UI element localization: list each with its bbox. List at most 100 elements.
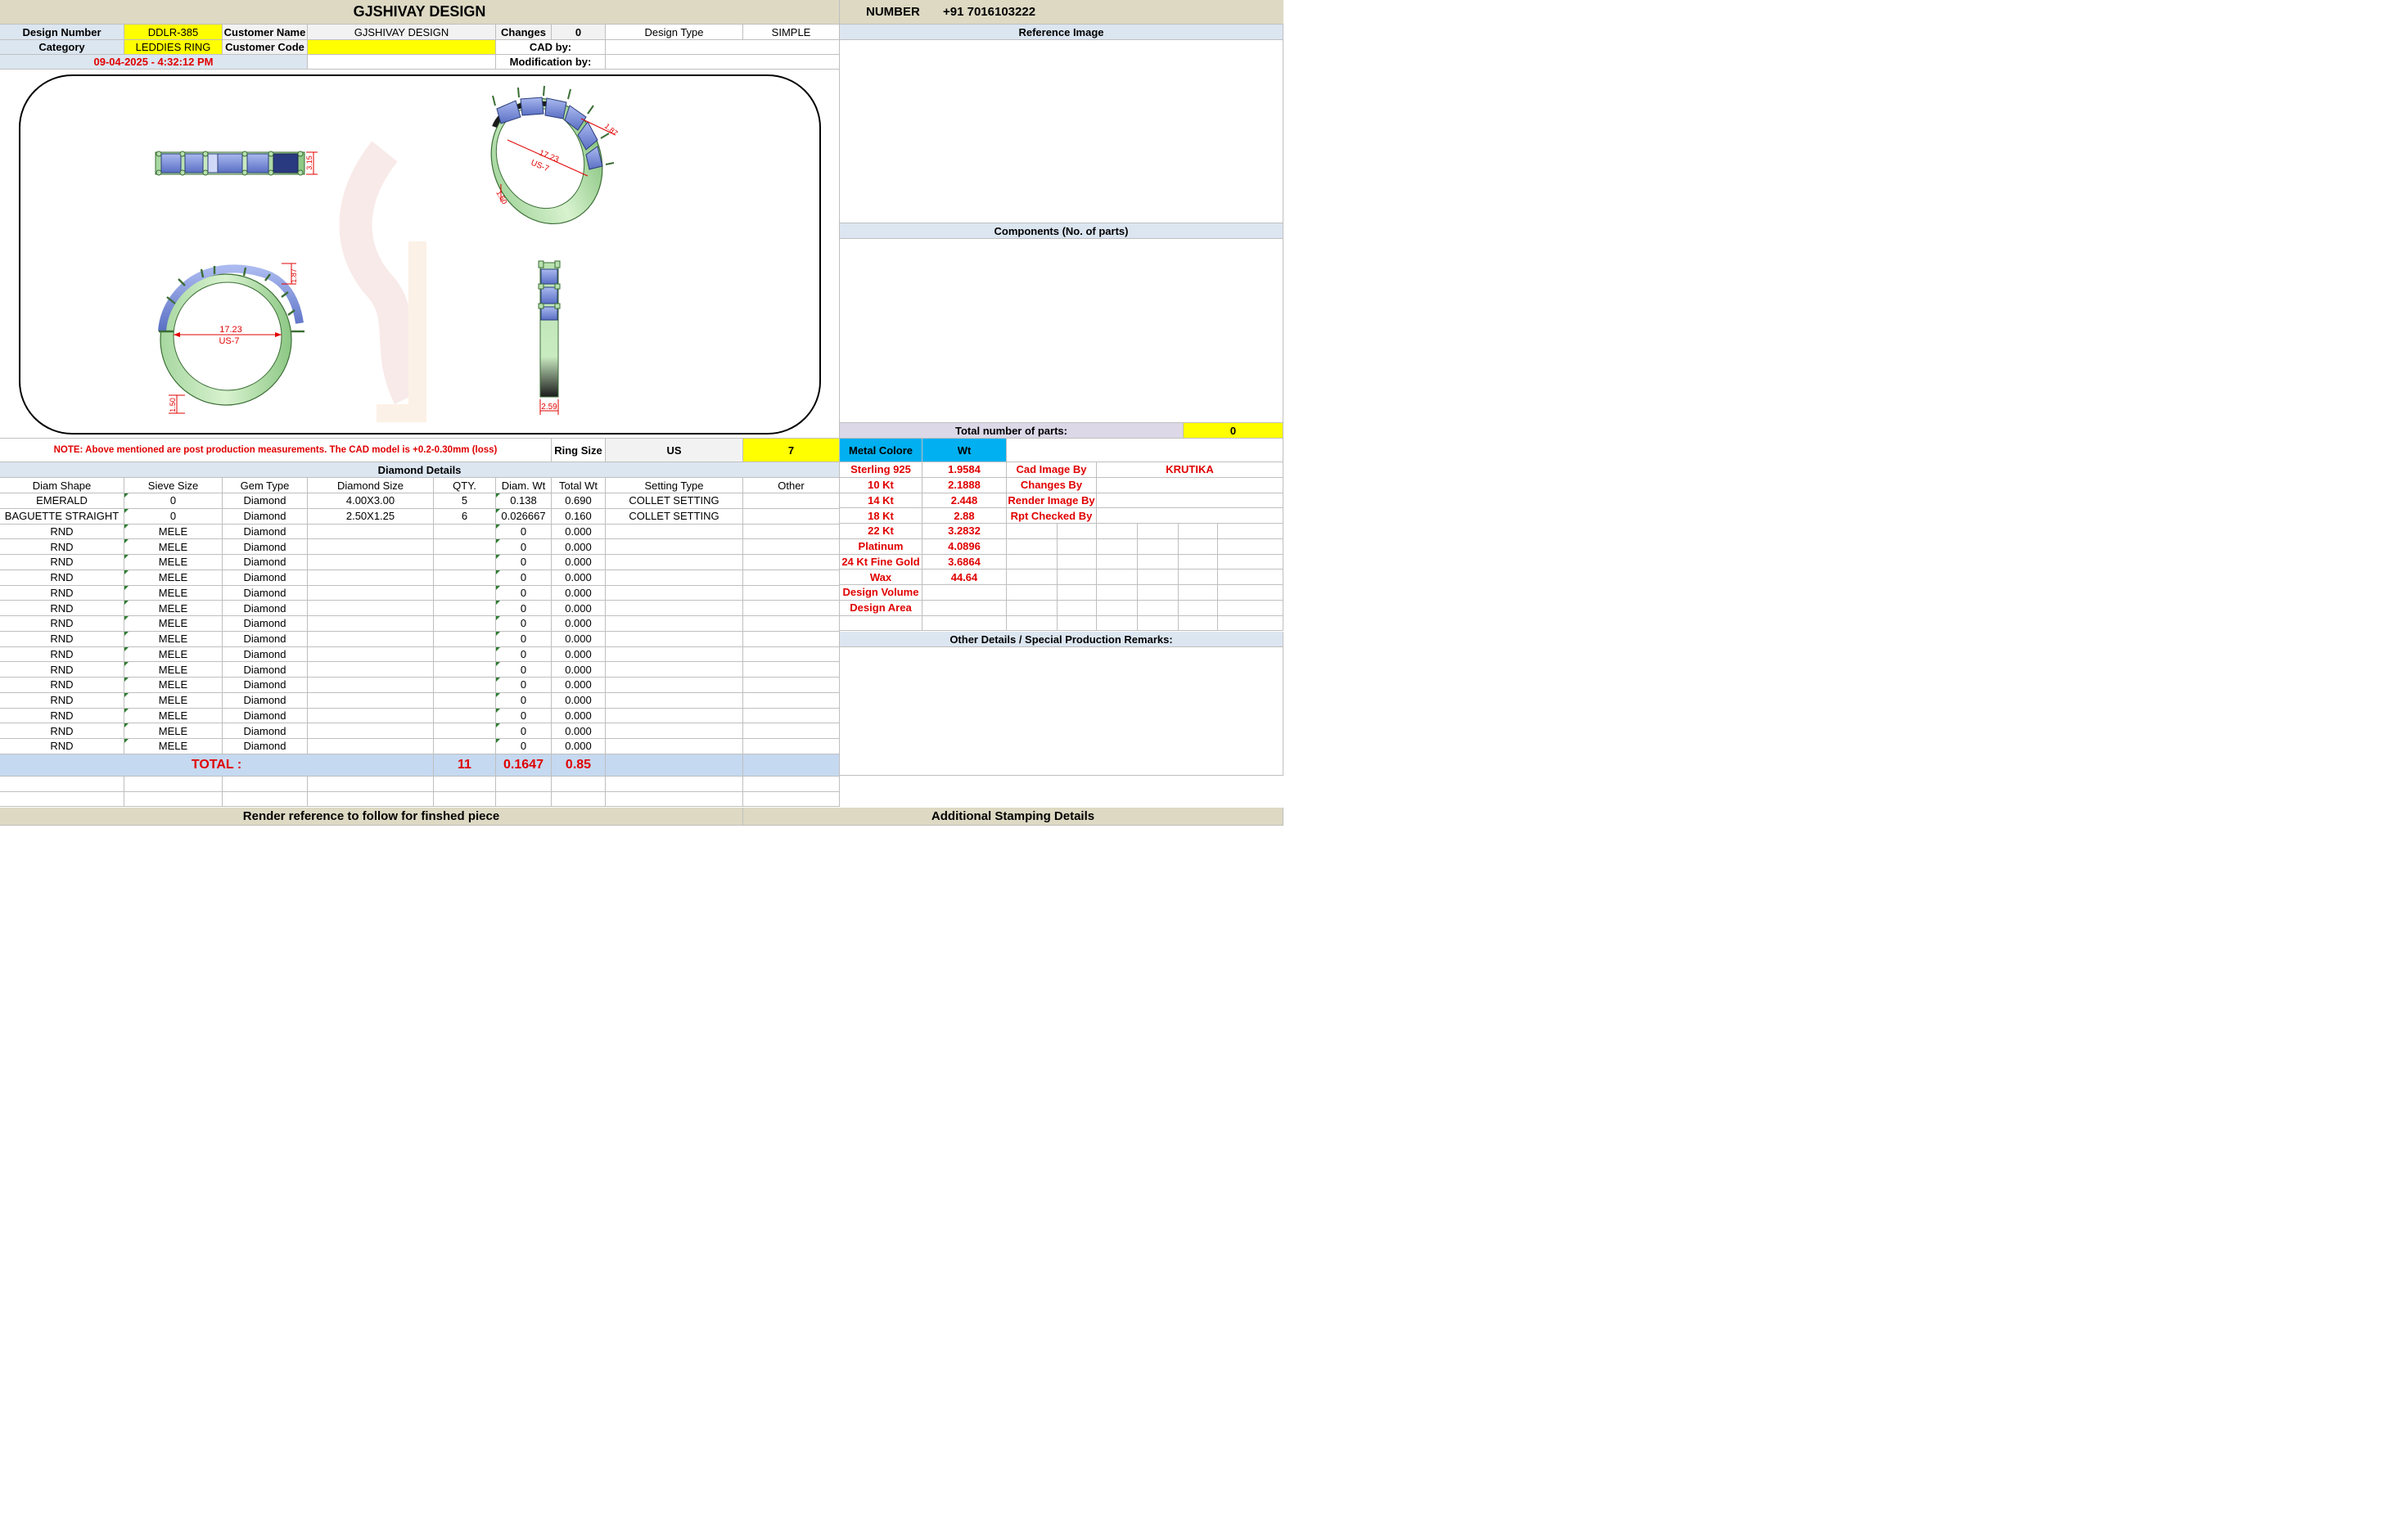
gem-type-cell[interactable]: Diamond — [223, 678, 308, 693]
diam-wt-cell[interactable]: 0 — [496, 723, 552, 739]
gem-type-cell[interactable]: Diamond — [223, 739, 308, 754]
metal-wt-cell[interactable]: 44.64 — [922, 570, 1007, 585]
gem-type-cell[interactable]: Diamond — [223, 585, 308, 601]
qty-cell[interactable] — [434, 739, 496, 754]
diam-wt-cell[interactable]: 0 — [496, 585, 552, 601]
blank-cell[interactable] — [1007, 570, 1058, 585]
design-type-field[interactable]: SIMPLE — [743, 25, 840, 40]
qty-cell[interactable] — [434, 524, 496, 540]
modification-by-field[interactable] — [606, 55, 840, 70]
diam-wt-cell[interactable]: 0 — [496, 555, 552, 570]
diam-wt-cell[interactable]: 0 — [496, 539, 552, 555]
diamond-size-cell[interactable] — [308, 708, 434, 724]
blank-cell[interactable] — [552, 791, 606, 808]
setting-type-cell[interactable]: COLLET SETTING — [606, 493, 743, 509]
gem-type-cell[interactable]: Diamond — [223, 708, 308, 724]
blank-cell[interactable] — [1007, 615, 1058, 632]
blank-cell[interactable] — [1218, 538, 1283, 555]
diam-shape-cell[interactable]: RND — [0, 601, 124, 616]
blank-cell[interactable] — [124, 776, 223, 792]
qty-cell[interactable] — [434, 646, 496, 663]
blank-cell[interactable] — [0, 776, 124, 792]
diam-wt-cell[interactable]: 0.026667 — [496, 508, 552, 525]
blank-cell[interactable] — [1138, 585, 1179, 601]
sieve-size-cell[interactable]: MELE — [124, 631, 223, 647]
blank-cell[interactable] — [743, 776, 840, 792]
setting-type-cell[interactable] — [606, 616, 743, 632]
sieve-size-cell[interactable]: MELE — [124, 646, 223, 663]
gem-type-cell[interactable]: Diamond — [223, 524, 308, 540]
total-wt-cell[interactable]: 0.000 — [552, 662, 606, 678]
blank-cell[interactable] — [1179, 600, 1218, 616]
category-field[interactable]: LEDDIES RING — [124, 40, 223, 55]
blank-cell[interactable] — [1058, 570, 1097, 585]
blank-cell[interactable] — [1058, 554, 1097, 570]
diam-shape-cell[interactable]: RND — [0, 723, 124, 739]
blank-cell[interactable] — [1138, 554, 1179, 570]
diamond-size-cell[interactable] — [308, 662, 434, 678]
gem-type-cell[interactable]: Diamond — [223, 570, 308, 586]
metal-wt-cell[interactable] — [922, 585, 1007, 601]
metal-wt-cell[interactable]: 3.6864 — [922, 554, 1007, 570]
other-cell[interactable] — [743, 539, 840, 555]
diamond-size-cell[interactable] — [308, 539, 434, 555]
blank-cell[interactable] — [1179, 615, 1218, 632]
other-cell[interactable] — [743, 508, 840, 525]
blank-cell[interactable] — [124, 791, 223, 808]
other-cell[interactable] — [743, 739, 840, 754]
blank-cell[interactable] — [0, 791, 124, 808]
qty-cell[interactable] — [434, 585, 496, 601]
total-wt-cell[interactable]: 0.000 — [552, 678, 606, 693]
gem-type-cell[interactable]: Diamond — [223, 508, 308, 525]
blank-cell[interactable] — [1058, 585, 1097, 601]
total-wt-cell[interactable]: 0.000 — [552, 631, 606, 647]
qty-cell[interactable] — [434, 662, 496, 678]
setting-type-cell[interactable] — [606, 723, 743, 739]
blank-cell[interactable] — [1058, 615, 1097, 632]
qty-cell[interactable]: 5 — [434, 493, 496, 509]
blank-cell[interactable] — [1138, 600, 1179, 616]
sieve-size-cell[interactable]: MELE — [124, 739, 223, 754]
blank-cell[interactable] — [1058, 600, 1097, 616]
diam-shape-cell[interactable]: RND — [0, 631, 124, 647]
other-cell[interactable] — [743, 570, 840, 586]
blank-cell[interactable] — [606, 791, 743, 808]
metal-wt-cell[interactable] — [922, 600, 1007, 616]
blank-cell[interactable] — [1138, 570, 1179, 585]
sieve-size-cell[interactable]: MELE — [124, 524, 223, 540]
qty-cell[interactable] — [434, 555, 496, 570]
diam-shape-cell[interactable]: RND — [0, 570, 124, 586]
other-cell[interactable] — [743, 662, 840, 678]
blank-cell[interactable] — [1007, 600, 1058, 616]
total-wt-cell[interactable]: 0.000 — [552, 692, 606, 709]
total-wt-cell[interactable]: 0.000 — [552, 570, 606, 586]
blank-cell[interactable] — [1058, 524, 1097, 539]
qty-cell[interactable] — [434, 570, 496, 586]
blank-cell[interactable] — [1179, 570, 1218, 585]
metal-wt-cell[interactable]: 1.9584 — [922, 462, 1007, 478]
diam-shape-cell[interactable]: RND — [0, 585, 124, 601]
qty-cell[interactable] — [434, 616, 496, 632]
blank-cell[interactable] — [1218, 554, 1283, 570]
setting-type-cell[interactable] — [606, 555, 743, 570]
sieve-size-cell[interactable]: MELE — [124, 539, 223, 555]
diam-shape-cell[interactable]: RND — [0, 616, 124, 632]
total-wt-cell[interactable]: 0.690 — [552, 493, 606, 509]
other-cell[interactable] — [743, 708, 840, 724]
other-cell[interactable] — [743, 524, 840, 540]
diam-wt-cell[interactable]: 0 — [496, 524, 552, 540]
blank-cell[interactable] — [308, 791, 434, 808]
qty-cell[interactable] — [434, 631, 496, 647]
sieve-size-cell[interactable]: 0 — [124, 493, 223, 509]
blank-cell[interactable] — [1218, 615, 1283, 632]
blank-cell[interactable] — [1138, 615, 1179, 632]
blank-cell[interactable] — [1007, 524, 1058, 539]
diamond-size-cell[interactable] — [308, 616, 434, 632]
metal-wt-cell[interactable]: 2.88 — [922, 508, 1007, 524]
gem-type-cell[interactable]: Diamond — [223, 601, 308, 616]
metal-wt-cell[interactable]: 2.1888 — [922, 477, 1007, 493]
total-parts-value[interactable]: 0 — [1184, 423, 1283, 439]
diam-wt-cell[interactable]: 0 — [496, 739, 552, 754]
diam-wt-cell[interactable]: 0 — [496, 616, 552, 632]
other-cell[interactable] — [743, 493, 840, 509]
